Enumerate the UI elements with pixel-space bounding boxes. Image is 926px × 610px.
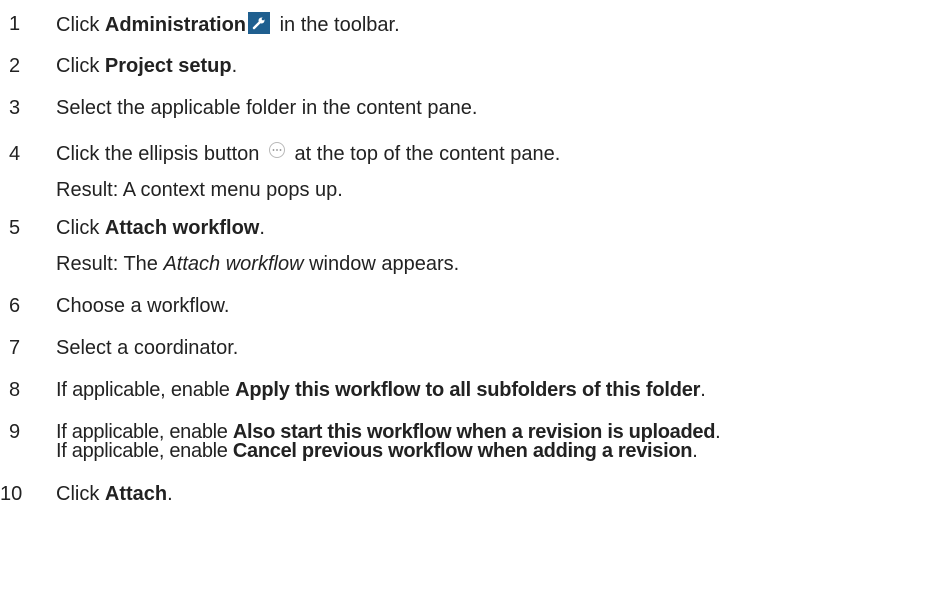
step-text: Click Attach workflow. [56, 216, 922, 240]
step-number: 7 [9, 337, 21, 359]
step-text: Click Attach. [56, 482, 922, 506]
step-text-post: . [715, 421, 721, 443]
step-text: Click Project setup. [56, 54, 922, 78]
step-text-post: . [231, 55, 238, 77]
step-number: 2 [9, 55, 21, 77]
step-text: If applicable, enable Apply this workflo… [56, 378, 922, 402]
ui-label-attach-workflow: Attach workflow [104, 217, 260, 239]
result-text-post: window appears. [303, 253, 460, 275]
step-text: Select a coordinator. [56, 337, 239, 359]
wrench-icon [248, 12, 271, 34]
ui-label-apply-to-subfolders: Apply this workflow to all subfolders of… [235, 379, 701, 401]
step-text-post: in the toolbar. [274, 14, 400, 36]
result-text-pre: Result: The [56, 253, 164, 275]
step-text-post: . [700, 379, 706, 401]
step-number: 8 [9, 379, 21, 401]
step-result: Result: The Attach workflow window appea… [56, 252, 459, 276]
step-text: Choose a workflow. [56, 295, 230, 317]
step-number: 1 [9, 13, 21, 35]
step-text: Click the ellipsis button at the top of … [56, 142, 922, 166]
step-result: Result: A context menu pops up. [56, 179, 343, 201]
step-number: 9 [9, 421, 21, 443]
procedure-steps: 1 Click Administration in the toolbar. 2… [0, 0, 926, 610]
step-text-pre: Click [56, 217, 105, 239]
step-number: 10 [0, 483, 23, 505]
ui-label-administration: Administration [104, 14, 247, 36]
step-text-pre: Click [56, 55, 105, 77]
ui-label-cancel-previous-workflow: Cancel previous workflow when adding a r… [232, 440, 693, 462]
step-number: 3 [9, 97, 21, 119]
step-text-pre: If applicable, enable [56, 379, 236, 401]
step-number: 5 [9, 217, 21, 239]
ui-label-attach: Attach [104, 483, 168, 505]
step-text-pre: Click the ellipsis button [56, 143, 265, 165]
step-text-pre: Click [56, 14, 105, 36]
step-number: 4 [9, 143, 21, 165]
step-text: Select the applicable folder in the cont… [56, 97, 478, 119]
ellipsis-icon [268, 142, 285, 158]
step-text-post: at the top of the content pane. [288, 143, 561, 165]
step-text-pre: If applicable, enable [56, 440, 233, 462]
step-text-post: . [259, 217, 265, 239]
step-text-pre: Click [56, 483, 105, 505]
step-text: Click Administration in the toolbar. [56, 12, 922, 37]
step-number: 6 [9, 295, 21, 317]
window-name: Attach workflow [163, 253, 304, 275]
ui-label-project-setup: Project setup [104, 55, 232, 77]
step-text-post: . [692, 440, 698, 462]
step-text-post: . [167, 483, 173, 505]
step-text-line-2: If applicable, enable Cancel previous wo… [56, 439, 698, 463]
